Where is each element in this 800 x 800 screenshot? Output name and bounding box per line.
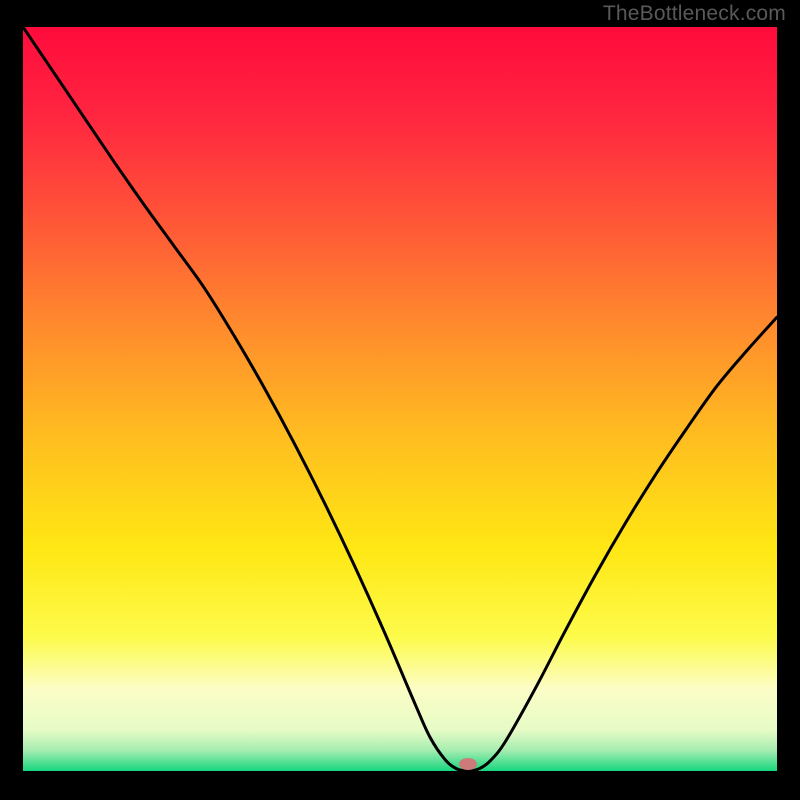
bottleneck-chart [0, 0, 800, 800]
plot-background [23, 27, 777, 771]
optimal-point-marker [459, 758, 477, 770]
chart-frame: TheBottleneck.com [0, 0, 800, 800]
watermark-text: TheBottleneck.com [603, 2, 786, 26]
